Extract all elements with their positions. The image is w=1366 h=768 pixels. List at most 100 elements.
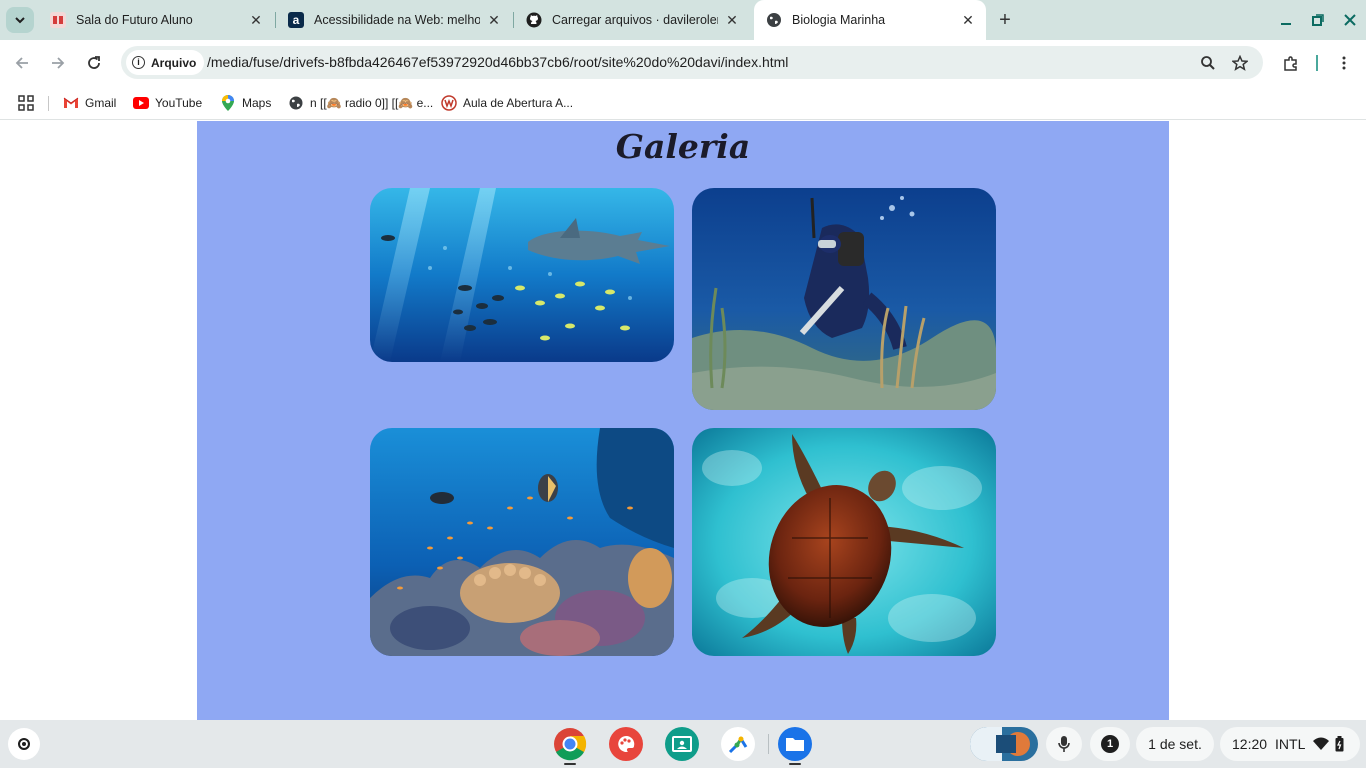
gallery-photo-coral-reef[interactable] xyxy=(370,428,674,656)
running-indicator xyxy=(789,763,801,765)
apps-grid-icon xyxy=(18,95,34,111)
bookmarks-bar: Gmail YouTube Maps n [[🙈 radio 0]] [[🙈 e… xyxy=(0,86,1366,120)
back-button[interactable] xyxy=(10,51,34,75)
restore-icon xyxy=(1312,14,1324,26)
address-bar[interactable]: i Arquivo /media/fuse/drivefs-b8fbda4264… xyxy=(121,46,1263,79)
classroom-app[interactable] xyxy=(665,727,699,761)
tab-github[interactable]: Carregar arquivos · davilerolero ✕ xyxy=(514,4,750,36)
input-method-text: INTL xyxy=(1275,736,1306,752)
microphone-icon xyxy=(1058,736,1070,752)
drawing-app[interactable] xyxy=(721,727,755,761)
canvas-icon xyxy=(618,735,635,752)
search-icon xyxy=(1201,56,1215,70)
page-title: Galeria xyxy=(615,127,751,166)
gallery-photo-sea-turtle[interactable] xyxy=(692,428,996,656)
gallery-photo-diver[interactable] xyxy=(692,188,996,410)
files-app[interactable] xyxy=(778,727,812,761)
date-text: 1 de set. xyxy=(1148,736,1202,752)
url-text[interactable]: /media/fuse/drivefs-b8fbda426467ef539729… xyxy=(207,54,788,70)
chevron-down-icon xyxy=(15,17,25,24)
alura-icon: a xyxy=(288,12,304,28)
info-icon: i xyxy=(132,56,145,69)
running-indicator xyxy=(564,763,576,765)
reload-icon xyxy=(88,56,100,69)
minimize-icon xyxy=(1281,23,1291,25)
close-icon[interactable]: ✕ xyxy=(248,12,264,28)
status-area[interactable]: 12:20 INTL xyxy=(1220,727,1360,761)
dictation-button[interactable] xyxy=(1046,727,1082,761)
close-icon xyxy=(1344,14,1356,26)
drawing-app-icon xyxy=(728,736,748,754)
sea-turtle-image xyxy=(692,428,996,656)
battery-icon xyxy=(1335,736,1344,752)
minimize-button[interactable] xyxy=(1274,8,1298,32)
calendar-button[interactable]: 1 de set. xyxy=(1136,727,1214,761)
gmail-icon xyxy=(63,95,79,111)
extensions-button[interactable] xyxy=(1279,51,1303,75)
gallery-photo-whale-shark[interactable] xyxy=(370,188,674,362)
tab-strip: Sala do Futuro Aluno ✕ a Acessibilidade … xyxy=(0,0,1366,40)
sala-do-futuro-icon xyxy=(50,12,66,28)
tab-sala-do-futuro[interactable]: Sala do Futuro Aluno ✕ xyxy=(38,4,274,36)
menu-button[interactable] xyxy=(1332,51,1356,75)
tab-title: Acessibilidade na Web: melhor xyxy=(314,13,480,27)
site-info-chip[interactable]: i Arquivo xyxy=(126,50,205,75)
puzzle-icon xyxy=(1284,56,1297,71)
youtube-icon xyxy=(133,95,149,111)
arrow-left-icon xyxy=(15,57,28,69)
bookmark-star-button[interactable] xyxy=(1229,52,1251,74)
clock-text: 12:20 xyxy=(1232,736,1268,752)
classroom-icon xyxy=(672,736,692,752)
launcher-icon xyxy=(18,738,30,750)
bookmark-label: Aula de Abertura A... xyxy=(463,96,574,110)
holding-space-tray[interactable] xyxy=(970,727,1038,761)
bookmark-label: Maps xyxy=(242,96,272,110)
chrome-icon xyxy=(554,728,587,761)
zoom-button[interactable] xyxy=(1197,52,1219,74)
close-icon[interactable]: ✕ xyxy=(724,12,740,28)
chrome-app[interactable] xyxy=(553,727,587,761)
globe-icon xyxy=(766,12,782,28)
apps-button[interactable] xyxy=(18,93,34,113)
tab-acessibilidade[interactable]: a Acessibilidade na Web: melhor ✕ xyxy=(276,4,512,36)
reload-button[interactable] xyxy=(82,51,106,75)
bookmark-aula-de-abertura[interactable]: Aula de Abertura A... xyxy=(441,93,573,113)
github-icon xyxy=(526,12,542,28)
bookmark-gmail[interactable]: Gmail xyxy=(63,93,116,113)
browser-toolbar: i Arquivo /media/fuse/drivefs-b8fbda4264… xyxy=(0,40,1366,86)
forward-button[interactable] xyxy=(46,51,70,75)
arrow-right-icon xyxy=(52,57,65,69)
tab-search-button[interactable] xyxy=(6,7,34,33)
close-window-button[interactable] xyxy=(1338,8,1362,32)
site-info-label: Arquivo xyxy=(151,55,197,70)
system-shelf: 1 1 de set. 12:20 INTL xyxy=(0,720,1366,768)
holding-space-thumbnail-icon xyxy=(970,727,1038,761)
notification-count: 1 xyxy=(1101,735,1119,753)
scuba-diver-image xyxy=(692,188,996,410)
tab-title: Sala do Futuro Aluno xyxy=(76,13,193,27)
files-icon xyxy=(786,738,804,751)
bookmark-youtube[interactable]: YouTube xyxy=(133,93,202,113)
coral-reef-image xyxy=(370,428,674,656)
maps-icon xyxy=(220,95,236,111)
launcher-button[interactable] xyxy=(8,728,40,760)
canvas-app[interactable] xyxy=(609,727,643,761)
bookmark-maps[interactable]: Maps xyxy=(220,93,271,113)
close-icon[interactable]: ✕ xyxy=(486,12,502,28)
bookmarks-separator xyxy=(48,96,49,111)
page-viewport: Galeria xyxy=(0,121,1366,720)
bookmark-label: n [[🙈 radio 0]] [[🙈 e... xyxy=(310,96,434,110)
tab-title: Biologia Marinha xyxy=(792,13,886,27)
globe-icon xyxy=(288,95,304,111)
tab-biologia-marinha[interactable]: Biologia Marinha ✕ xyxy=(754,0,986,40)
whale-shark-image xyxy=(370,188,674,362)
new-tab-button[interactable]: + xyxy=(994,9,1016,31)
aula-icon xyxy=(441,95,457,111)
notification-tray[interactable]: 1 xyxy=(1090,727,1130,761)
close-icon[interactable]: ✕ xyxy=(960,12,976,28)
bookmark-label: Gmail xyxy=(85,96,117,110)
bookmark-label: YouTube xyxy=(155,96,203,110)
gallery-section: Galeria xyxy=(197,121,1169,720)
bookmark-radio[interactable]: n [[🙈 radio 0]] [[🙈 e... xyxy=(288,93,433,113)
restore-button[interactable] xyxy=(1306,8,1330,32)
